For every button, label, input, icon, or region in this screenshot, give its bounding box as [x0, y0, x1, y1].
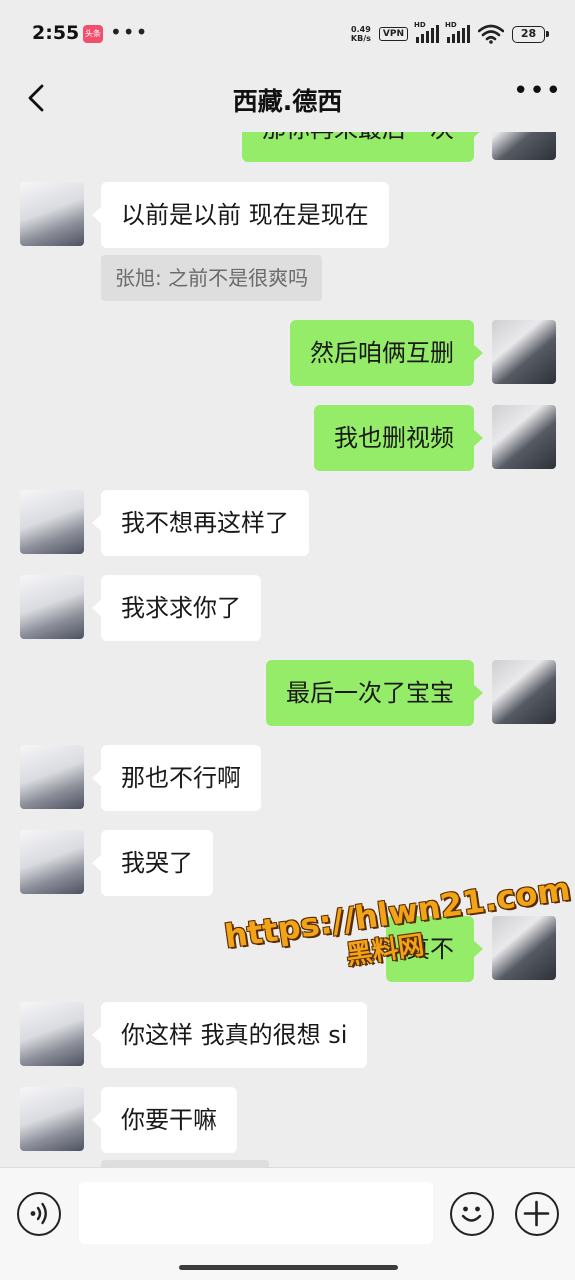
- partial-message: [101, 1160, 269, 1167]
- message-bubble-self[interactable]: 然后咱俩互删: [290, 320, 483, 386]
- wifi-icon: [478, 24, 504, 44]
- avatar-contact[interactable]: [20, 830, 84, 894]
- message-bubble-contact[interactable]: 以前是以前 现在是现在: [92, 182, 389, 248]
- status-bar: 2:55 头条 ••• 0.49 KB/s VPN HD HD 28: [0, 0, 575, 66]
- avatar-self[interactable]: [492, 132, 556, 160]
- message-bubble-self[interactable]: 我也删视频: [314, 405, 483, 471]
- message-bubble-self[interactable]: 最后一次了宝宝: [266, 660, 483, 726]
- avatar-self[interactable]: [492, 405, 556, 469]
- message-bubble-contact[interactable]: 我哭了: [92, 830, 213, 896]
- avatar-contact[interactable]: [20, 1002, 84, 1066]
- status-indicators: 0.49 KB/s VPN HD HD 28: [350, 21, 549, 46]
- emoji-button[interactable]: [450, 1192, 494, 1236]
- avatar-contact[interactable]: [20, 1087, 84, 1151]
- voice-button[interactable]: [17, 1192, 61, 1236]
- vpn-icon: VPN: [378, 27, 408, 41]
- home-indicator[interactable]: [179, 1265, 398, 1270]
- smiley-icon: [461, 1206, 482, 1222]
- app-notification-icon: 头条: [83, 25, 103, 43]
- message-bubble-contact[interactable]: 你这样 我真的很想 si: [91, 1002, 368, 1068]
- message-list[interactable]: 那你再来最后一次 以前是以前 现在是现在 张旭: 之前不是很爽吗 然后咱俩互删 …: [0, 132, 575, 1167]
- chat-header: 西藏.德西 •••: [0, 66, 575, 132]
- avatar-contact[interactable]: [20, 182, 84, 246]
- voice-icon: [30, 1202, 47, 1225]
- status-time: 2:55: [32, 22, 80, 44]
- message-input[interactable]: [79, 1182, 433, 1244]
- message-bubble-contact[interactable]: 那也不行啊: [92, 745, 261, 811]
- watermark: https://hlwn21.com 黑料网: [222, 869, 573, 971]
- message-bubble-contact[interactable]: 我求求你了: [92, 575, 261, 641]
- network-speed: 0.49 KB/s: [350, 25, 371, 43]
- more-options-button[interactable]: •••: [513, 78, 561, 116]
- message-bubble-self[interactable]: 那你再来最后一次: [242, 132, 483, 162]
- signal-icon-2: HD: [445, 21, 470, 43]
- add-button[interactable]: [515, 1192, 559, 1236]
- message-bubble-contact[interactable]: 我不想再这样了: [92, 490, 309, 556]
- signal-icon-1: HD: [414, 21, 439, 43]
- avatar-self[interactable]: [492, 320, 556, 384]
- avatar-self[interactable]: [492, 660, 556, 724]
- quoted-reply[interactable]: 张旭: 之前不是很爽吗: [101, 255, 323, 301]
- avatar-contact[interactable]: [20, 575, 84, 639]
- input-bar: [0, 1167, 575, 1280]
- avatar-contact[interactable]: [20, 490, 84, 554]
- avatar-contact[interactable]: [20, 745, 84, 809]
- more-notifications-icon: •••: [110, 20, 149, 44]
- plus-icon: [523, 1200, 550, 1227]
- message-bubble-contact[interactable]: 你要干嘛: [92, 1087, 237, 1153]
- battery-icon: 28: [512, 25, 549, 43]
- chat-title: 西藏.德西: [232, 87, 343, 116]
